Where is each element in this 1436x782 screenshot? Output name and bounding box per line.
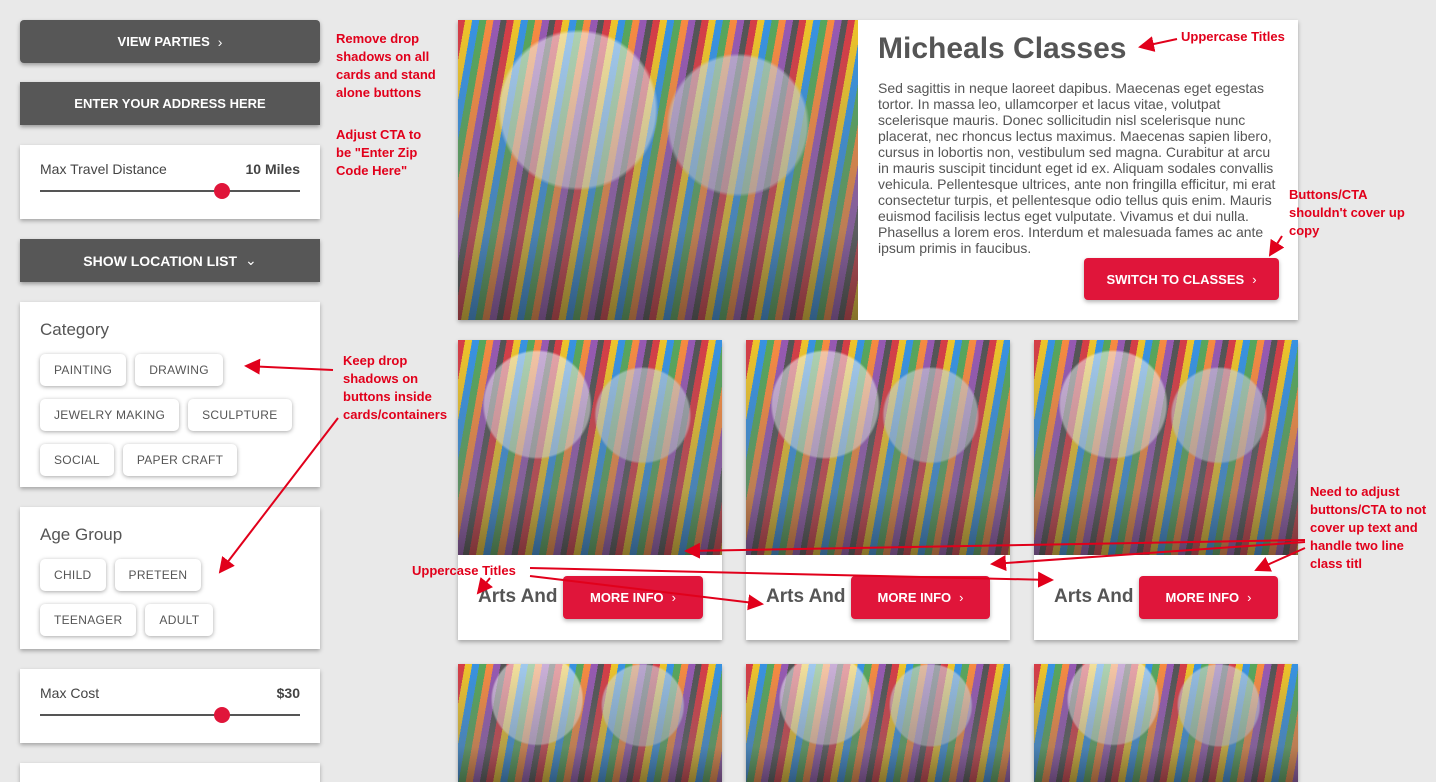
more-info-button[interactable]: MORE INFO ›: [563, 576, 703, 619]
chevron-right-icon: ›: [1252, 271, 1257, 287]
class-card[interactable]: [458, 664, 722, 782]
age-pill-teenager[interactable]: TEENAGER: [40, 604, 137, 636]
show-location-list-button[interactable]: SHOW LOCATION LIST ⌄: [20, 239, 320, 282]
category-pills: PAINTING DRAWING JEWELRY MAKING SCULPTUR…: [40, 354, 300, 476]
hero-description: Sed sagittis in neque laoreet dapibus. M…: [878, 80, 1276, 256]
max-cost-card: Max Cost $30: [20, 669, 320, 743]
class-image: [1034, 664, 1298, 782]
annotation-uppercase-hero: Uppercase Titles: [1181, 29, 1285, 44]
chevron-right-icon: ›: [959, 590, 964, 605]
class-image: [746, 340, 1010, 555]
chevron-right-icon: ›: [671, 590, 676, 605]
category-pill-paper-craft[interactable]: PAPER CRAFT: [122, 444, 238, 476]
more-info-label: MORE INFO: [589, 590, 664, 605]
chevron-right-icon: ›: [1247, 590, 1252, 605]
switch-to-classes-button[interactable]: SWITCH TO CLASSES ›: [1084, 258, 1279, 300]
travel-distance-track[interactable]: [40, 190, 300, 192]
class-image: [746, 664, 1010, 782]
category-pill-painting[interactable]: PAINTING: [40, 354, 127, 386]
travel-distance-value: 10 Miles: [245, 161, 300, 177]
chevron-right-icon: ›: [217, 33, 223, 50]
age-pill-preteen[interactable]: PRETEEN: [114, 559, 202, 591]
age-group-pills: CHILD PRETEEN TEENAGER ADULT: [40, 559, 300, 636]
annotation-buttons-cover: Buttons/CTA shouldn't cover up copy: [1289, 187, 1405, 238]
more-info-button[interactable]: MORE INFO ›: [851, 576, 990, 619]
enter-address-label: ENTER YOUR ADDRESS HERE: [74, 96, 266, 111]
chevron-down-icon: ⌄: [245, 252, 257, 268]
enter-address-button[interactable]: ENTER YOUR ADDRESS HERE: [20, 82, 320, 125]
class-title: Arts And: [766, 586, 846, 607]
age-pill-child[interactable]: CHILD: [40, 559, 106, 591]
max-cost-thumb[interactable]: [214, 707, 230, 723]
class-card[interactable]: Arts And MORE INFO ›: [458, 340, 722, 640]
max-cost-label: Max Cost: [40, 685, 100, 701]
more-info-label: MORE INFO: [877, 590, 952, 605]
travel-distance-thumb[interactable]: [214, 183, 230, 199]
class-image: [458, 340, 722, 555]
travel-distance-card: Max Travel Distance 10 Miles: [20, 145, 320, 219]
category-title: Category: [40, 320, 109, 339]
class-title: Arts And: [478, 586, 558, 607]
max-cost-value: $30: [276, 685, 300, 701]
annotation-adjust-cta: Adjust CTA to be "Enter Zip Code Here": [336, 127, 422, 178]
category-pill-sculpture[interactable]: SCULPTURE: [188, 399, 292, 431]
class-card[interactable]: [746, 664, 1010, 782]
max-cost-track[interactable]: [40, 714, 300, 716]
travel-distance-label: Max Travel Distance: [40, 161, 167, 177]
age-group-card: Age Group CHILD PRETEEN TEENAGER ADULT: [20, 507, 320, 649]
class-image: [458, 664, 722, 782]
age-group-title: Age Group: [40, 525, 123, 544]
next-filter-card: [20, 763, 320, 782]
more-info-button[interactable]: MORE INFO ›: [1139, 576, 1278, 619]
annotation-remove-shadows: Remove drop shadows on all cards and sta…: [336, 31, 436, 100]
filter-sidebar: VIEW PARTIES › ENTER YOUR ADDRESS HERE M…: [20, 20, 320, 782]
category-pill-jewelry-making[interactable]: JEWELRY MAKING: [40, 399, 180, 431]
more-info-label: MORE INFO: [1165, 590, 1240, 605]
class-card[interactable]: [1034, 664, 1298, 782]
category-card: Category PAINTING DRAWING JEWELRY MAKING…: [20, 302, 320, 487]
category-pill-social[interactable]: SOCIAL: [40, 444, 114, 476]
annotation-uppercase-cards: Uppercase Titles: [412, 563, 516, 578]
hero-image: [458, 20, 858, 320]
show-location-list-label: SHOW LOCATION LIST: [83, 252, 237, 269]
annotation-keep-shadows: Keep drop shadows on buttons inside card…: [343, 353, 448, 422]
class-card[interactable]: Arts And MORE INFO ›: [746, 340, 1010, 640]
hero-card: Micheals Classes Sed sagittis in neque l…: [458, 20, 1298, 320]
class-card[interactable]: Arts And MORE INFO ›: [1034, 340, 1298, 640]
category-pill-drawing[interactable]: DRAWING: [135, 354, 223, 386]
hero-title: Micheals Classes: [878, 32, 1127, 65]
view-parties-button[interactable]: VIEW PARTIES ›: [20, 20, 320, 63]
switch-to-classes-label: SWITCH TO CLASSES: [1106, 271, 1245, 287]
class-title: Arts And: [1054, 586, 1134, 607]
view-parties-label: VIEW PARTIES: [117, 34, 210, 49]
annotation-need-adjust: Need to adjust buttons/CTA to not cover …: [1310, 484, 1427, 571]
class-image: [1034, 340, 1298, 555]
age-pill-adult[interactable]: ADULT: [145, 604, 214, 636]
